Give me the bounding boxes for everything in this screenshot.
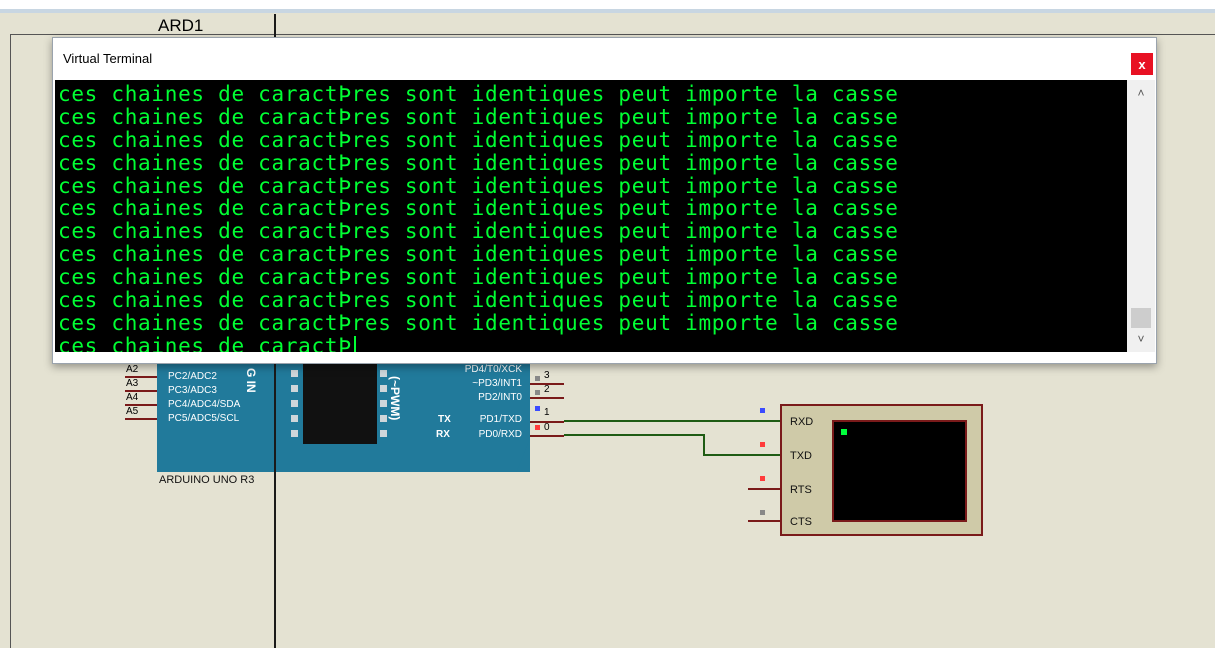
chip-pin [291,415,298,422]
g-in-label: G IN [244,368,258,393]
window-bottom-edge [53,352,1156,363]
wire-rx-to-txd[interactable] [564,434,704,436]
pin-label: PD4/T0/XCK [464,364,522,375]
pin-state-marker [760,510,765,515]
terminal-pin-label: TXD [790,450,812,462]
wire-rx-to-txd-vertical [703,434,705,455]
pin-lead [748,520,780,522]
terminal-pin-label: CTS [790,516,812,528]
pin-state-marker [535,390,540,395]
pin-number: A2 [126,364,139,375]
close-icon: x [1138,56,1146,72]
pin-number: 3 [544,370,550,381]
text-caret [353,335,356,352]
chip-pin [380,415,387,422]
pin-number: 1 [544,407,550,418]
terminal-line: ces chaines de caractÞres sont identique… [58,104,899,129]
close-button[interactable]: x [1131,53,1153,75]
part-reference-label: ARD1 [158,16,204,35]
pin-number: A4 [126,392,139,403]
chip-pin [380,430,387,437]
terminal-line: ces chaines de caractÞres sont identique… [58,82,899,106]
pwm-label: (~PWM) [388,376,402,421]
pin-label: ~PD3/INT1 [472,378,522,389]
chevron-up-icon[interactable]: ˄ [1127,86,1155,102]
terminal-line: ces chaines de caractÞres sont identique… [58,150,899,175]
chip-pin [291,430,298,437]
terminal-line: ces chaines de caractÞres sont identique… [58,127,899,152]
terminal-activity-indicator [841,429,847,435]
pin-lead [748,488,780,490]
chip-pin [291,370,298,377]
terminal-line: ces chaines de caractÞres sont identique… [58,219,899,244]
board-name-label: ARDUINO UNO R3 [159,474,255,486]
pin-state-marker [760,442,765,447]
terminal-pin-label: RXD [790,416,814,428]
pin-label: PC4/ADC4/SDA [168,399,241,410]
virtual-terminal-window[interactable]: Virtual Terminal x ces chaines de caract… [52,37,1157,364]
chip-pin [291,385,298,392]
pin-label: PC5/ADC5/SCL [168,413,240,424]
terminal-line: ces chaines de caractÞres sont identique… [58,173,899,198]
terminal-line-current: ces chaines de caractÞ [58,333,1127,352]
terminal-pin-label: RTS [790,484,812,496]
pin-number: 0 [544,422,550,433]
terminal-current-text: ces chaines de caractÞ [58,333,352,352]
pin-lead [530,435,564,437]
wire-tx-to-rxd[interactable] [564,420,780,422]
pin-label: PC3/ADC3 [168,385,217,396]
chip-pin [380,370,387,377]
wire-rx-to-txd-end [703,454,780,456]
pin-state-marker [535,376,540,381]
pin-lead [125,418,157,420]
terminal-line: ces chaines de caractÞres sont identique… [58,310,899,335]
pin-label: PD1/TXD [479,414,522,425]
pin-label: PD0/RXD [478,429,522,440]
pin-number: A3 [126,378,139,389]
pin-state-marker [535,425,540,430]
pin-lead [530,397,564,399]
terminal-line: ces chaines de caractÞres sont identique… [58,196,899,221]
virtual-terminal-symbol-screen [832,420,967,522]
terminal-line: ces chaines de caractÞres sont identique… [58,242,899,267]
pin-state-marker [760,408,765,413]
vertical-scrollbar[interactable]: ˄ ˅ [1127,80,1155,352]
top-strip [0,0,1215,9]
pin-state-marker [760,476,765,481]
pin-number: 2 [544,384,550,395]
chevron-down-icon[interactable]: ˅ [1127,332,1155,348]
chip-pin [380,400,387,407]
window-titlebar[interactable]: Virtual Terminal x [53,38,1156,80]
pin-label: PC2/ADC2 [168,371,217,382]
microcontroller-chip [303,358,377,444]
terminal-line: ces chaines de caractÞres sont identique… [58,265,899,290]
pin-state-marker [535,406,540,411]
chip-pin [380,385,387,392]
terminal-line: ces chaines de caractÞres sont identique… [58,288,899,313]
window-title: Virtual Terminal [63,51,153,66]
scrollbar-thumb[interactable] [1131,308,1151,328]
pin-label: PD2/INT0 [478,392,522,403]
top-band [0,9,1215,13]
sheet-border-left [10,34,11,648]
chip-pin [291,400,298,407]
pin-number: A5 [126,406,139,417]
terminal-output[interactable]: ces chaines de caractÞres sont identique… [55,80,1127,352]
